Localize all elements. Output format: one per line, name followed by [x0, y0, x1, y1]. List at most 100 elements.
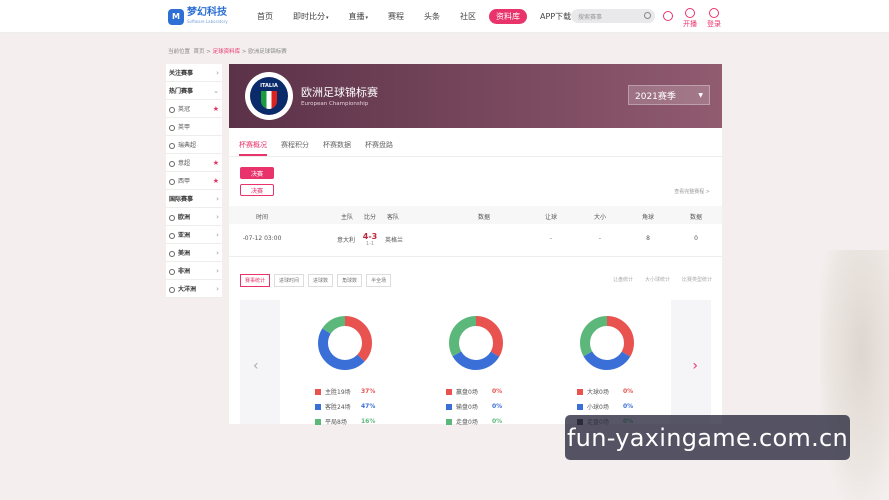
legend-swatch [577, 388, 583, 395]
match-home-team[interactable]: 意大利 [333, 235, 359, 244]
stat-tab-3[interactable]: 角球数 [337, 274, 363, 287]
stat-link-0[interactable]: 让盘统计 [613, 276, 633, 283]
tab-3[interactable]: 杯赛盘路 [365, 140, 393, 156]
site-logo[interactable]: M 梦幻科技 Software Laboratory [168, 8, 228, 25]
stat-link-1[interactable]: 大小球统计 [645, 276, 670, 283]
breadcrumb-current: 欧洲足球锦标赛 [248, 49, 287, 55]
match-score[interactable]: 4-3 1-1 [359, 232, 381, 247]
divider [229, 256, 722, 257]
chevron-right-icon: › [216, 230, 219, 239]
login-icon [709, 8, 719, 18]
user-icon [663, 11, 673, 21]
col-data2: 数据 [689, 214, 702, 221]
nav-item-2[interactable]: 直播▾ [342, 9, 376, 24]
sidebar-item-7[interactable]: 国际赛事 › [166, 190, 222, 208]
legend-label: 走盘0场 [456, 419, 478, 426]
sidebar-item-1[interactable]: 热门赛事 ⌄ [166, 82, 222, 100]
login-button[interactable]: 登录 [707, 8, 721, 29]
legend-percent: 0% [492, 388, 503, 395]
sidebar-item-10[interactable]: 美洲 › [166, 244, 222, 262]
col-away: 客队 [386, 214, 399, 221]
breadcrumb-database[interactable]: 足球资料库 [213, 49, 241, 55]
legend-label: 主胜19场 [325, 389, 351, 396]
stat-tab-2[interactable]: 进球数 [308, 274, 334, 287]
tab-2[interactable]: 杯赛数据 [323, 140, 351, 156]
nav-item-3[interactable]: 赛程 [381, 9, 411, 24]
caret-down-icon: ▾ [365, 15, 369, 21]
legend-percent: 0% [623, 388, 634, 395]
col-home: 主队 [340, 214, 353, 221]
league-icon [169, 178, 175, 185]
legend-item: 小球0场 0% [577, 399, 633, 414]
badge-text: ITALIA [260, 83, 278, 89]
stats-carousel: ‹ 主胜19场 37% 客胜24场 47% 平局8场 16% 赢盘0场 0% 输盘0场 0% 走盘0… [240, 300, 711, 426]
breadcrumb: 当前位置 首页 > 足球资料库 > 欧洲足球锦标赛 [168, 49, 287, 55]
stat-tabs: 赛事统计 进球时间 进球数 角球数 半全场 [240, 274, 392, 287]
nav-item-0[interactable]: 首页 [250, 9, 280, 24]
sidebar-item-9[interactable]: 亚洲 › [166, 226, 222, 244]
stat-tab-4[interactable]: 半全场 [366, 274, 392, 287]
sidebar-item-5[interactable]: 意超 ★ [166, 154, 222, 172]
user-button[interactable] [663, 11, 673, 22]
nav-item-6[interactable]: 资料库 [489, 9, 528, 24]
broadcast-icon [685, 8, 695, 18]
open-stream-button[interactable]: 开播 [683, 8, 697, 29]
legend-percent: 47% [361, 403, 376, 410]
carousel-prev-icon[interactable]: ‹ [253, 358, 259, 374]
legend-item: 输盘0场 0% [446, 399, 502, 414]
sidebar-item-3[interactable]: 英甲 [166, 118, 222, 136]
col-data: 数据 [477, 214, 490, 221]
sidebar-item-4[interactable]: 瑞典超 [166, 136, 222, 154]
stat-tab-0[interactable]: 赛事统计 [240, 274, 271, 287]
logo-text: 梦幻科技 [187, 7, 227, 18]
legend-label: 小球0场 [587, 404, 609, 411]
season-select[interactable]: 2021赛季 ▼ [628, 85, 710, 105]
legend-item: 走盘0场 0% [446, 414, 502, 429]
legend-swatch [446, 388, 452, 395]
match-overunder: - [598, 235, 602, 242]
main-nav: 首页 即时比分▾ 直播▾ 赛程 头条 社区 资料库 APP下载 [250, 9, 584, 24]
legend-swatch [315, 418, 321, 425]
stat-tab-1[interactable]: 进球时间 [274, 274, 305, 287]
sidebar-item-6[interactable]: 西甲 ★ [166, 172, 222, 190]
legend-label: 大球0场 [587, 389, 609, 396]
legend-swatch [577, 403, 583, 410]
legend-label: 平局8场 [325, 419, 347, 426]
donut-chart-1 [449, 316, 503, 370]
nav-item-5[interactable]: 社区 [453, 9, 483, 24]
chevron-right-icon: › [216, 68, 219, 77]
league-subtitle: European Championship [301, 101, 369, 107]
legend-swatch [446, 418, 452, 425]
tab-1[interactable]: 赛程积分 [281, 140, 309, 156]
stage-button-final-alt[interactable]: 决赛 [240, 184, 274, 196]
tab-0[interactable]: 杯赛概况 [239, 140, 267, 156]
view-full-schedule-link[interactable]: 查看完整赛程 > [674, 188, 710, 195]
nav-item-1[interactable]: 即时比分▾ [286, 9, 336, 24]
stage-button-final[interactable]: 决赛 [240, 167, 274, 179]
donut-chart-0 [318, 316, 372, 370]
chevron-right-icon: › [216, 266, 219, 275]
search-input[interactable]: 搜索赛事 [571, 9, 655, 23]
sidebar-item-8[interactable]: 欧洲 › [166, 208, 222, 226]
league-icon [169, 142, 175, 149]
stat-link-2[interactable]: 比赛类型统计 [682, 276, 712, 283]
legend-item: 大球0场 0% [577, 384, 633, 399]
col-score: 比分 [363, 214, 376, 221]
carousel-next-icon[interactable]: › [692, 358, 698, 374]
match-corners: 8 [646, 235, 650, 242]
legend-item: 平局8场 16% [315, 414, 375, 429]
sidebar-item-0[interactable]: 关注赛事 › [166, 64, 222, 82]
sidebar-item-2[interactable]: 英冠 ★ [166, 100, 222, 118]
breadcrumb-home[interactable]: 首页 [194, 49, 205, 55]
league-icon [169, 214, 175, 221]
sidebar-item-11[interactable]: 非洲 › [166, 262, 222, 280]
decorative-player-image [820, 250, 889, 500]
nav-item-4[interactable]: 头条 [417, 9, 447, 24]
donut-legend-0: 主胜19场 37% 客胜24场 47% 平局8场 16% [315, 384, 375, 429]
legend-swatch [315, 403, 321, 410]
match-away-team[interactable]: 英格兰 [381, 235, 407, 244]
league-banner: ITALIA 欧洲足球锦标赛 European Championship 202… [229, 64, 722, 128]
search-icon[interactable] [644, 12, 651, 19]
watermark: fun-yaxingame.com.cn [565, 415, 850, 460]
sidebar-item-12[interactable]: 大洋洲 › [166, 280, 222, 298]
